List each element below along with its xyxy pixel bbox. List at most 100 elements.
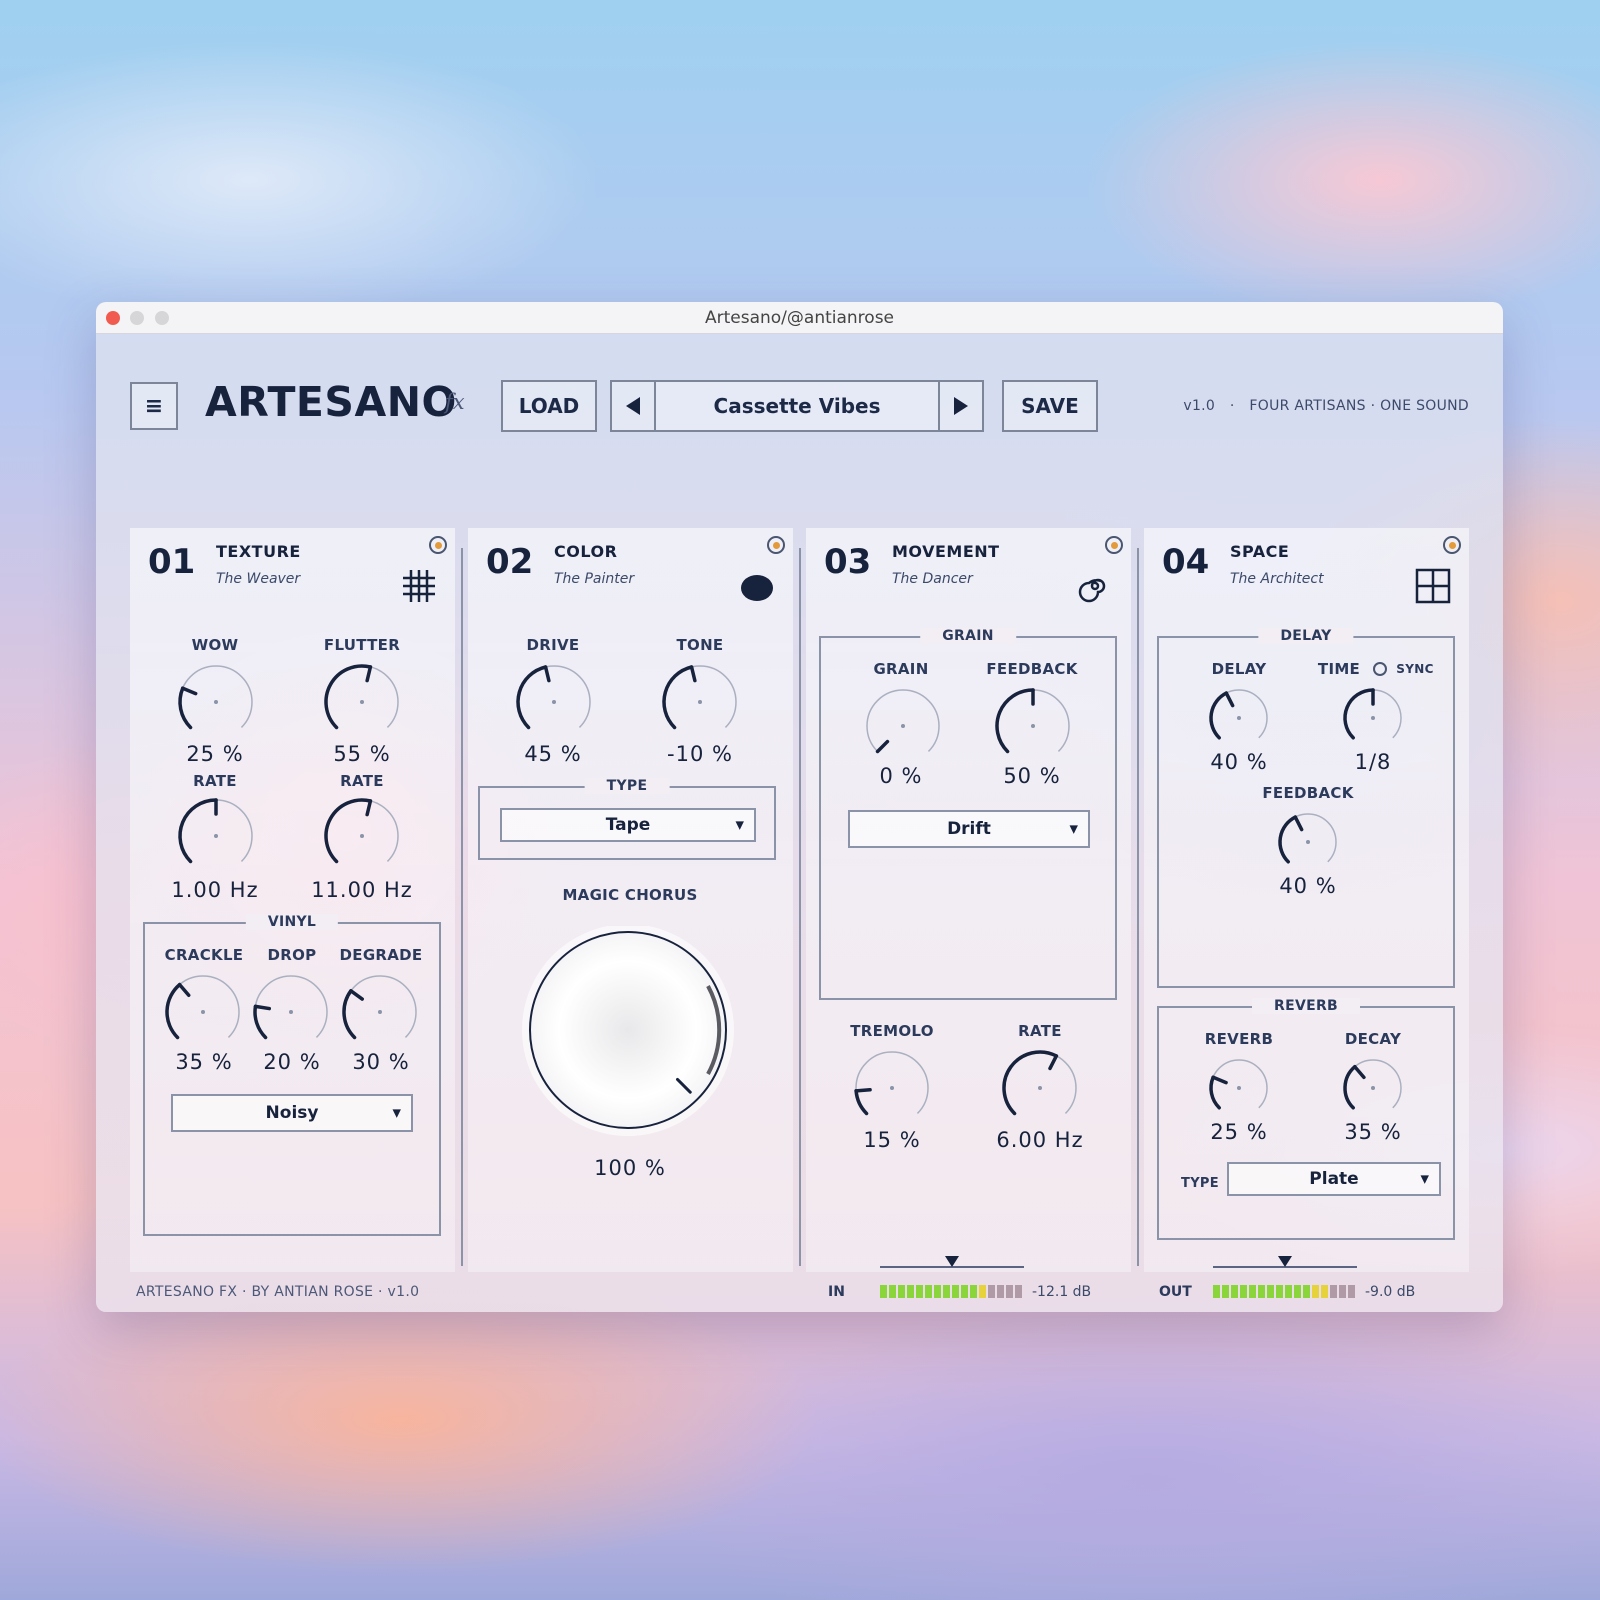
power-toggle[interactable] bbox=[1105, 536, 1123, 554]
knob-center-dot bbox=[552, 700, 556, 704]
knob-pointer bbox=[1048, 1054, 1059, 1071]
meter-segment bbox=[1015, 1285, 1022, 1298]
reverb-knob[interactable] bbox=[1207, 1056, 1271, 1124]
flutter-rate-label: RATE bbox=[340, 772, 384, 790]
knob-pointer bbox=[1293, 815, 1304, 832]
time-knob[interactable] bbox=[1341, 686, 1405, 754]
tremolo-label: TREMOLO bbox=[850, 1022, 934, 1040]
meter-segment bbox=[1276, 1285, 1283, 1298]
preset-name-display[interactable]: Cassette Vibes bbox=[654, 380, 940, 432]
load-button[interactable]: LOAD bbox=[501, 380, 597, 432]
knob-graphic bbox=[1343, 688, 1402, 740]
delay-label: DELAY bbox=[1211, 660, 1267, 678]
magic-chorus-knob-graphic bbox=[522, 924, 734, 1136]
panel-subtitle: The Weaver bbox=[216, 571, 301, 587]
paint-blob-icon bbox=[741, 575, 773, 601]
power-toggle[interactable] bbox=[429, 536, 447, 554]
knob-graphic bbox=[178, 798, 253, 864]
knob-center-dot bbox=[378, 1010, 382, 1014]
wow-rate-knob[interactable] bbox=[176, 796, 256, 880]
grain-label: GRAIN bbox=[873, 660, 929, 678]
tremolo-knob[interactable] bbox=[852, 1048, 932, 1132]
sync-toggle[interactable] bbox=[1373, 662, 1387, 676]
brand-suffix: fx bbox=[445, 390, 465, 414]
grain-feedback-knob[interactable] bbox=[993, 686, 1073, 770]
drop-value: 20 % bbox=[263, 1050, 321, 1074]
knob-center-dot bbox=[698, 700, 702, 704]
drive-label: DRIVE bbox=[526, 636, 580, 654]
meter-segment bbox=[1321, 1285, 1328, 1298]
panel-name: COLOR bbox=[554, 542, 618, 561]
input-meter-label: IN bbox=[828, 1284, 845, 1300]
input-trim-handle[interactable] bbox=[945, 1256, 959, 1267]
grain-feedback-label: FEEDBACK bbox=[986, 660, 1078, 678]
meter-segment bbox=[1006, 1285, 1013, 1298]
grain-mode-dropdown[interactable]: Drift ▼ bbox=[848, 810, 1090, 848]
knob-center-dot bbox=[1031, 724, 1035, 728]
knob-graphic bbox=[178, 665, 253, 730]
decay-knob[interactable] bbox=[1341, 1056, 1405, 1124]
meter-segment bbox=[880, 1285, 887, 1298]
meter-segment bbox=[934, 1285, 941, 1298]
grid-hash-icon bbox=[403, 570, 435, 602]
knob-value-arc bbox=[1209, 1075, 1221, 1110]
decay-value: 35 % bbox=[1344, 1120, 1402, 1144]
panel-name: MOVEMENT bbox=[892, 542, 1000, 561]
knob-graphic bbox=[1209, 1059, 1268, 1110]
flutter-rate-value: 11.00 Hz bbox=[311, 878, 413, 902]
power-toggle[interactable] bbox=[767, 536, 785, 554]
power-toggle[interactable] bbox=[1443, 536, 1461, 554]
sync-label: SYNC bbox=[1396, 662, 1434, 676]
meter-segment bbox=[943, 1285, 950, 1298]
output-trim-handle[interactable] bbox=[1278, 1256, 1292, 1267]
meter-segment bbox=[1213, 1285, 1220, 1298]
tremolo-rate-label: RATE bbox=[1018, 1022, 1062, 1040]
panel-name: TEXTURE bbox=[216, 542, 301, 561]
degrade-knob[interactable] bbox=[340, 972, 420, 1056]
color-type-title: TYPE bbox=[584, 778, 670, 794]
grain-knob[interactable] bbox=[863, 686, 943, 770]
knob-graphic bbox=[324, 664, 399, 730]
wow-knob[interactable] bbox=[176, 662, 256, 746]
panel-number: 04 bbox=[1162, 542, 1210, 582]
reverb-group-title: REVERB bbox=[1252, 998, 1360, 1014]
knob-pointer bbox=[1224, 691, 1235, 708]
knob-graphic bbox=[1343, 1059, 1402, 1110]
knob-value-arc bbox=[165, 982, 182, 1040]
knob-track bbox=[343, 975, 417, 1038]
crackle-knob[interactable] bbox=[163, 972, 243, 1056]
menu-button[interactable]: ≡ bbox=[130, 382, 178, 430]
delay-feedback-knob[interactable] bbox=[1276, 810, 1340, 878]
tone-knob[interactable] bbox=[660, 662, 740, 746]
vinyl-mode-dropdown[interactable]: Noisy ▼ bbox=[171, 1094, 413, 1132]
arrow-left-icon bbox=[626, 397, 640, 415]
space-panel: 04 SPACE The Architect DELAY DELAY 40 % … bbox=[1144, 528, 1469, 1272]
reverb-value: 25 % bbox=[1210, 1120, 1268, 1144]
panel-divider bbox=[461, 548, 463, 1266]
color-type-group: TYPE Tape ▼ bbox=[478, 778, 776, 860]
next-preset-button[interactable] bbox=[938, 380, 984, 432]
knob-graphic bbox=[516, 665, 591, 730]
meter-segment bbox=[1285, 1285, 1292, 1298]
knob-value-arc bbox=[178, 686, 193, 730]
magic-chorus-knob[interactable] bbox=[518, 924, 738, 1140]
color-type-dropdown[interactable]: Tape ▼ bbox=[500, 808, 756, 842]
tremolo-rate-knob[interactable] bbox=[1000, 1048, 1080, 1132]
flutter-rate-knob[interactable] bbox=[322, 796, 402, 880]
delay-knob[interactable] bbox=[1207, 686, 1271, 754]
drive-knob[interactable] bbox=[514, 662, 594, 746]
color-type-value: Tape bbox=[605, 815, 651, 835]
save-button[interactable]: SAVE bbox=[1002, 380, 1098, 432]
meter-segment bbox=[1222, 1285, 1229, 1298]
version-label: v1.0 bbox=[1183, 398, 1216, 414]
plugin-body: ≡ ARTESANO fx LOAD Cassette Vibes SAVE v… bbox=[96, 334, 1503, 1312]
panel-number: 03 bbox=[824, 542, 872, 582]
meter-segment bbox=[889, 1285, 896, 1298]
knob-track bbox=[855, 1051, 929, 1114]
reverb-type-dropdown[interactable]: Plate ▼ bbox=[1227, 1162, 1441, 1196]
drop-knob[interactable] bbox=[251, 972, 331, 1056]
magic-chorus-value: 100 % bbox=[594, 1156, 666, 1180]
flutter-knob[interactable] bbox=[322, 662, 402, 746]
previous-preset-button[interactable] bbox=[610, 380, 656, 432]
tagline: FOUR ARTISANS · ONE SOUND bbox=[1249, 398, 1469, 414]
